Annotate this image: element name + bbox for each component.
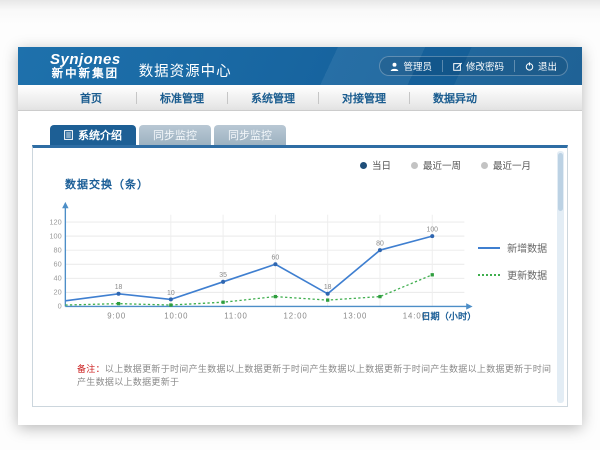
tab-label: 同步监控	[153, 127, 197, 143]
svg-text:100: 100	[49, 231, 61, 240]
period-filter-group: 当日 最近一周 最近一月	[360, 158, 531, 172]
nav-item-interface-mgmt[interactable]: 对接管理	[319, 90, 409, 106]
chart-row: 0 20 40 60 80 100 120 9:00 10:00 11:00 12:00 13:00 1…	[47, 192, 557, 342]
document-icon	[64, 130, 73, 140]
power-icon	[525, 62, 534, 71]
legend-item-new-data: 新增数据	[478, 240, 557, 255]
svg-text:12:00: 12:00	[284, 311, 308, 320]
page-title: 数据资源中心	[139, 60, 232, 81]
radio-dot-icon	[411, 162, 418, 169]
svg-text:0: 0	[58, 302, 62, 311]
svg-text:40: 40	[54, 274, 62, 283]
app-window: Synjones 新中新集团 数据资源中心 管理员 修改密码	[18, 47, 582, 425]
svg-text:20: 20	[54, 288, 62, 297]
panel-scrollbar[interactable]	[557, 151, 564, 403]
nav-item-system-mgmt[interactable]: 系统管理	[228, 90, 318, 106]
tab-sync-monitor-2[interactable]: 同步监控	[214, 125, 286, 145]
blue-line-sample	[478, 247, 500, 249]
filter-label: 当日	[372, 158, 391, 172]
logo-text-en: Synjones	[50, 52, 121, 68]
footnote-text: 以上数据更新于时间产生数据以上数据更新于时间产生数据以上数据更新于时间产生数据以…	[77, 364, 551, 387]
screenshot-background: Synjones 新中新集团 数据资源中心 管理员 修改密码	[0, 0, 600, 450]
svg-text:10:00: 10:00	[164, 311, 188, 320]
tab-label: 同步监控	[228, 127, 272, 143]
svg-text:120: 120	[49, 217, 61, 226]
nav-item-standard-mgmt[interactable]: 标准管理	[137, 90, 227, 106]
filter-label: 最近一周	[423, 158, 461, 172]
footnote: 备注：以上数据更新于时间产生数据以上数据更新于时间产生数据以上数据更新于时间产生…	[77, 362, 557, 388]
filter-today[interactable]: 当日	[360, 158, 391, 172]
svg-text:9:00: 9:00	[107, 311, 126, 320]
green-dotted-sample	[478, 274, 500, 276]
chart-legend: 新增数据 更新数据	[478, 240, 557, 294]
admin-user-button[interactable]: 管理员	[380, 60, 442, 72]
chart-panel: 当日 最近一周 最近一月 数据交换（条） 0 20 40 60 80 100 120 9:00…	[32, 145, 568, 407]
edit-icon	[453, 62, 462, 71]
radio-dot-icon	[481, 162, 488, 169]
tab-system-intro[interactable]: 系统介绍	[50, 125, 136, 145]
filter-last-month[interactable]: 最近一月	[481, 158, 531, 172]
tab-bar: 系统介绍 同步监控 同步监控	[50, 125, 568, 145]
tab-label: 系统介绍	[78, 127, 122, 143]
svg-text:18: 18	[115, 284, 123, 291]
legend-label: 更新数据	[507, 267, 547, 282]
user-toolbar: 管理员 修改密码 退出	[379, 56, 568, 76]
svg-text:60: 60	[272, 255, 280, 262]
filter-last-week[interactable]: 最近一周	[411, 158, 461, 172]
nav-item-data-change[interactable]: 数据异动	[410, 90, 500, 106]
svg-text:13:00: 13:00	[343, 311, 367, 320]
footnote-prefix: 备注：	[77, 364, 105, 374]
svg-text:10: 10	[167, 290, 175, 297]
legend-label: 新增数据	[507, 240, 547, 255]
logout-label: 退出	[538, 59, 557, 73]
y-axis-title: 数据交换（条）	[65, 176, 557, 192]
content-area: 系统介绍 同步监控 同步监控 当日 最	[18, 111, 582, 425]
svg-text:18: 18	[324, 284, 332, 291]
radio-dot-icon	[360, 162, 367, 169]
change-password-button[interactable]: 修改密码	[442, 60, 514, 72]
svg-text:11:00: 11:00	[224, 311, 247, 320]
logo-text-cn: 新中新集团	[50, 68, 121, 80]
company-logo: Synjones 新中新集团	[50, 52, 121, 80]
legend-item-updated-data: 更新数据	[478, 267, 557, 282]
app-header: Synjones 新中新集团 数据资源中心 管理员 修改密码	[18, 47, 582, 85]
filter-label: 最近一月	[493, 158, 531, 172]
nav-item-home[interactable]: 首页	[46, 90, 136, 106]
svg-text:100: 100	[427, 227, 439, 234]
logout-button[interactable]: 退出	[514, 60, 567, 72]
svg-text:日期（小时）: 日期（小时）	[421, 310, 476, 321]
admin-user-label: 管理员	[403, 59, 432, 73]
svg-text:80: 80	[54, 245, 62, 254]
user-icon	[390, 62, 399, 71]
line-chart: 0 20 40 60 80 100 120 9:00 10:00 11:00 12:00 13:00 1…	[47, 192, 478, 342]
svg-text:80: 80	[376, 241, 384, 248]
svg-text:35: 35	[219, 272, 227, 279]
change-password-label: 修改密码	[466, 59, 504, 73]
tab-sync-monitor-1[interactable]: 同步监控	[139, 125, 211, 145]
main-nav: 首页 标准管理 系统管理 对接管理 数据异动	[18, 85, 582, 111]
scrollbar-thumb[interactable]	[558, 153, 563, 211]
svg-text:60: 60	[54, 260, 62, 269]
